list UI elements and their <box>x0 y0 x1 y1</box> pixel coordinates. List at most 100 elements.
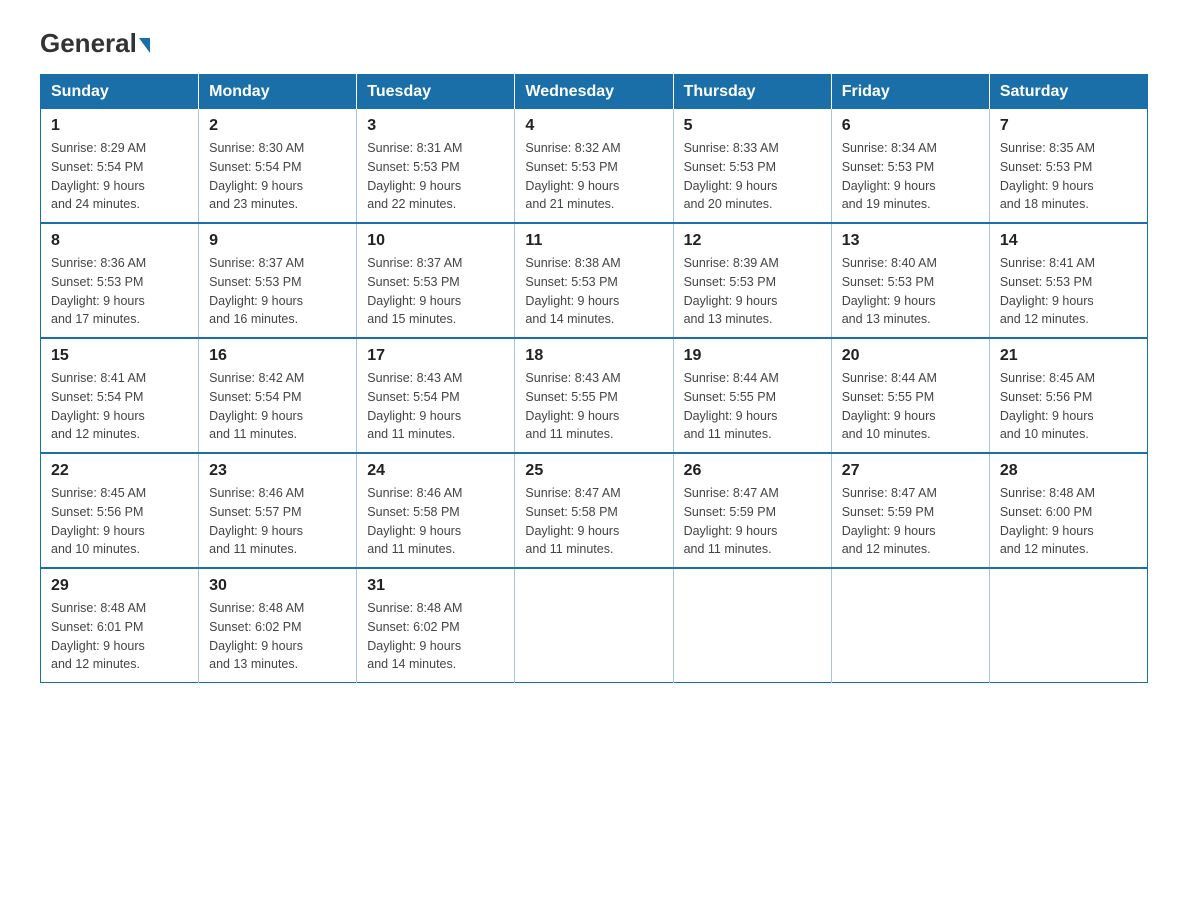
calendar-cell: 27 Sunrise: 8:47 AM Sunset: 5:59 PM Dayl… <box>831 453 989 568</box>
day-info: Sunrise: 8:29 AM Sunset: 5:54 PM Dayligh… <box>51 139 188 214</box>
calendar-week-4: 22 Sunrise: 8:45 AM Sunset: 5:56 PM Dayl… <box>41 453 1148 568</box>
weekday-header-monday: Monday <box>199 75 357 110</box>
calendar-cell: 16 Sunrise: 8:42 AM Sunset: 5:54 PM Dayl… <box>199 338 357 453</box>
day-info: Sunrise: 8:31 AM Sunset: 5:53 PM Dayligh… <box>367 139 504 214</box>
day-number: 23 <box>209 462 346 480</box>
weekday-header-friday: Friday <box>831 75 989 110</box>
calendar-cell: 13 Sunrise: 8:40 AM Sunset: 5:53 PM Dayl… <box>831 223 989 338</box>
day-number: 7 <box>1000 117 1137 135</box>
calendar-cell: 6 Sunrise: 8:34 AM Sunset: 5:53 PM Dayli… <box>831 109 989 223</box>
weekday-header-wednesday: Wednesday <box>515 75 673 110</box>
day-number: 25 <box>525 462 662 480</box>
weekday-header-saturday: Saturday <box>989 75 1147 110</box>
day-number: 2 <box>209 117 346 135</box>
day-info: Sunrise: 8:38 AM Sunset: 5:53 PM Dayligh… <box>525 254 662 329</box>
day-number: 12 <box>684 232 821 250</box>
calendar-cell: 29 Sunrise: 8:48 AM Sunset: 6:01 PM Dayl… <box>41 568 199 683</box>
page-header: General <box>40 30 1148 54</box>
calendar-cell: 8 Sunrise: 8:36 AM Sunset: 5:53 PM Dayli… <box>41 223 199 338</box>
day-info: Sunrise: 8:44 AM Sunset: 5:55 PM Dayligh… <box>842 369 979 444</box>
calendar-cell: 18 Sunrise: 8:43 AM Sunset: 5:55 PM Dayl… <box>515 338 673 453</box>
day-number: 24 <box>367 462 504 480</box>
day-number: 20 <box>842 347 979 365</box>
weekday-header-thursday: Thursday <box>673 75 831 110</box>
weekday-header-row: SundayMondayTuesdayWednesdayThursdayFrid… <box>41 75 1148 110</box>
day-info: Sunrise: 8:47 AM Sunset: 5:59 PM Dayligh… <box>684 484 821 559</box>
day-info: Sunrise: 8:44 AM Sunset: 5:55 PM Dayligh… <box>684 369 821 444</box>
day-info: Sunrise: 8:46 AM Sunset: 5:57 PM Dayligh… <box>209 484 346 559</box>
day-number: 14 <box>1000 232 1137 250</box>
calendar-table: SundayMondayTuesdayWednesdayThursdayFrid… <box>40 74 1148 683</box>
day-number: 11 <box>525 232 662 250</box>
calendar-cell: 2 Sunrise: 8:30 AM Sunset: 5:54 PM Dayli… <box>199 109 357 223</box>
calendar-cell: 26 Sunrise: 8:47 AM Sunset: 5:59 PM Dayl… <box>673 453 831 568</box>
calendar-week-5: 29 Sunrise: 8:48 AM Sunset: 6:01 PM Dayl… <box>41 568 1148 683</box>
calendar-cell <box>673 568 831 683</box>
calendar-cell: 15 Sunrise: 8:41 AM Sunset: 5:54 PM Dayl… <box>41 338 199 453</box>
day-info: Sunrise: 8:33 AM Sunset: 5:53 PM Dayligh… <box>684 139 821 214</box>
calendar-cell <box>831 568 989 683</box>
logo-general: General <box>40 30 150 56</box>
day-info: Sunrise: 8:42 AM Sunset: 5:54 PM Dayligh… <box>209 369 346 444</box>
calendar-cell: 7 Sunrise: 8:35 AM Sunset: 5:53 PM Dayli… <box>989 109 1147 223</box>
day-info: Sunrise: 8:36 AM Sunset: 5:53 PM Dayligh… <box>51 254 188 329</box>
day-info: Sunrise: 8:35 AM Sunset: 5:53 PM Dayligh… <box>1000 139 1137 214</box>
weekday-header-tuesday: Tuesday <box>357 75 515 110</box>
day-number: 17 <box>367 347 504 365</box>
calendar-cell: 22 Sunrise: 8:45 AM Sunset: 5:56 PM Dayl… <box>41 453 199 568</box>
day-number: 16 <box>209 347 346 365</box>
day-info: Sunrise: 8:41 AM Sunset: 5:54 PM Dayligh… <box>51 369 188 444</box>
logo: General <box>40 30 150 54</box>
calendar-cell: 1 Sunrise: 8:29 AM Sunset: 5:54 PM Dayli… <box>41 109 199 223</box>
calendar-cell: 14 Sunrise: 8:41 AM Sunset: 5:53 PM Dayl… <box>989 223 1147 338</box>
calendar-cell: 4 Sunrise: 8:32 AM Sunset: 5:53 PM Dayli… <box>515 109 673 223</box>
calendar-cell: 28 Sunrise: 8:48 AM Sunset: 6:00 PM Dayl… <box>989 453 1147 568</box>
day-info: Sunrise: 8:46 AM Sunset: 5:58 PM Dayligh… <box>367 484 504 559</box>
day-number: 1 <box>51 117 188 135</box>
day-info: Sunrise: 8:48 AM Sunset: 6:02 PM Dayligh… <box>367 599 504 674</box>
day-info: Sunrise: 8:48 AM Sunset: 6:00 PM Dayligh… <box>1000 484 1137 559</box>
day-info: Sunrise: 8:34 AM Sunset: 5:53 PM Dayligh… <box>842 139 979 214</box>
calendar-cell: 30 Sunrise: 8:48 AM Sunset: 6:02 PM Dayl… <box>199 568 357 683</box>
day-number: 9 <box>209 232 346 250</box>
day-info: Sunrise: 8:43 AM Sunset: 5:54 PM Dayligh… <box>367 369 504 444</box>
day-number: 18 <box>525 347 662 365</box>
day-number: 8 <box>51 232 188 250</box>
calendar-week-3: 15 Sunrise: 8:41 AM Sunset: 5:54 PM Dayl… <box>41 338 1148 453</box>
day-number: 10 <box>367 232 504 250</box>
day-info: Sunrise: 8:32 AM Sunset: 5:53 PM Dayligh… <box>525 139 662 214</box>
calendar-cell <box>989 568 1147 683</box>
day-number: 19 <box>684 347 821 365</box>
calendar-cell: 20 Sunrise: 8:44 AM Sunset: 5:55 PM Dayl… <box>831 338 989 453</box>
calendar-cell: 11 Sunrise: 8:38 AM Sunset: 5:53 PM Dayl… <box>515 223 673 338</box>
day-number: 15 <box>51 347 188 365</box>
day-number: 4 <box>525 117 662 135</box>
calendar-week-2: 8 Sunrise: 8:36 AM Sunset: 5:53 PM Dayli… <box>41 223 1148 338</box>
day-info: Sunrise: 8:30 AM Sunset: 5:54 PM Dayligh… <box>209 139 346 214</box>
calendar-cell: 25 Sunrise: 8:47 AM Sunset: 5:58 PM Dayl… <box>515 453 673 568</box>
calendar-cell: 9 Sunrise: 8:37 AM Sunset: 5:53 PM Dayli… <box>199 223 357 338</box>
calendar-cell: 19 Sunrise: 8:44 AM Sunset: 5:55 PM Dayl… <box>673 338 831 453</box>
calendar-cell: 23 Sunrise: 8:46 AM Sunset: 5:57 PM Dayl… <box>199 453 357 568</box>
day-number: 27 <box>842 462 979 480</box>
day-number: 3 <box>367 117 504 135</box>
day-info: Sunrise: 8:45 AM Sunset: 5:56 PM Dayligh… <box>1000 369 1137 444</box>
weekday-header-sunday: Sunday <box>41 75 199 110</box>
calendar-cell: 12 Sunrise: 8:39 AM Sunset: 5:53 PM Dayl… <box>673 223 831 338</box>
day-info: Sunrise: 8:37 AM Sunset: 5:53 PM Dayligh… <box>367 254 504 329</box>
day-info: Sunrise: 8:45 AM Sunset: 5:56 PM Dayligh… <box>51 484 188 559</box>
calendar-cell: 17 Sunrise: 8:43 AM Sunset: 5:54 PM Dayl… <box>357 338 515 453</box>
day-info: Sunrise: 8:41 AM Sunset: 5:53 PM Dayligh… <box>1000 254 1137 329</box>
calendar-cell: 5 Sunrise: 8:33 AM Sunset: 5:53 PM Dayli… <box>673 109 831 223</box>
day-info: Sunrise: 8:47 AM Sunset: 5:59 PM Dayligh… <box>842 484 979 559</box>
day-number: 21 <box>1000 347 1137 365</box>
day-info: Sunrise: 8:48 AM Sunset: 6:02 PM Dayligh… <box>209 599 346 674</box>
day-info: Sunrise: 8:39 AM Sunset: 5:53 PM Dayligh… <box>684 254 821 329</box>
day-info: Sunrise: 8:43 AM Sunset: 5:55 PM Dayligh… <box>525 369 662 444</box>
day-number: 6 <box>842 117 979 135</box>
day-number: 30 <box>209 577 346 595</box>
calendar-cell: 21 Sunrise: 8:45 AM Sunset: 5:56 PM Dayl… <box>989 338 1147 453</box>
day-number: 29 <box>51 577 188 595</box>
calendar-cell: 24 Sunrise: 8:46 AM Sunset: 5:58 PM Dayl… <box>357 453 515 568</box>
day-info: Sunrise: 8:40 AM Sunset: 5:53 PM Dayligh… <box>842 254 979 329</box>
